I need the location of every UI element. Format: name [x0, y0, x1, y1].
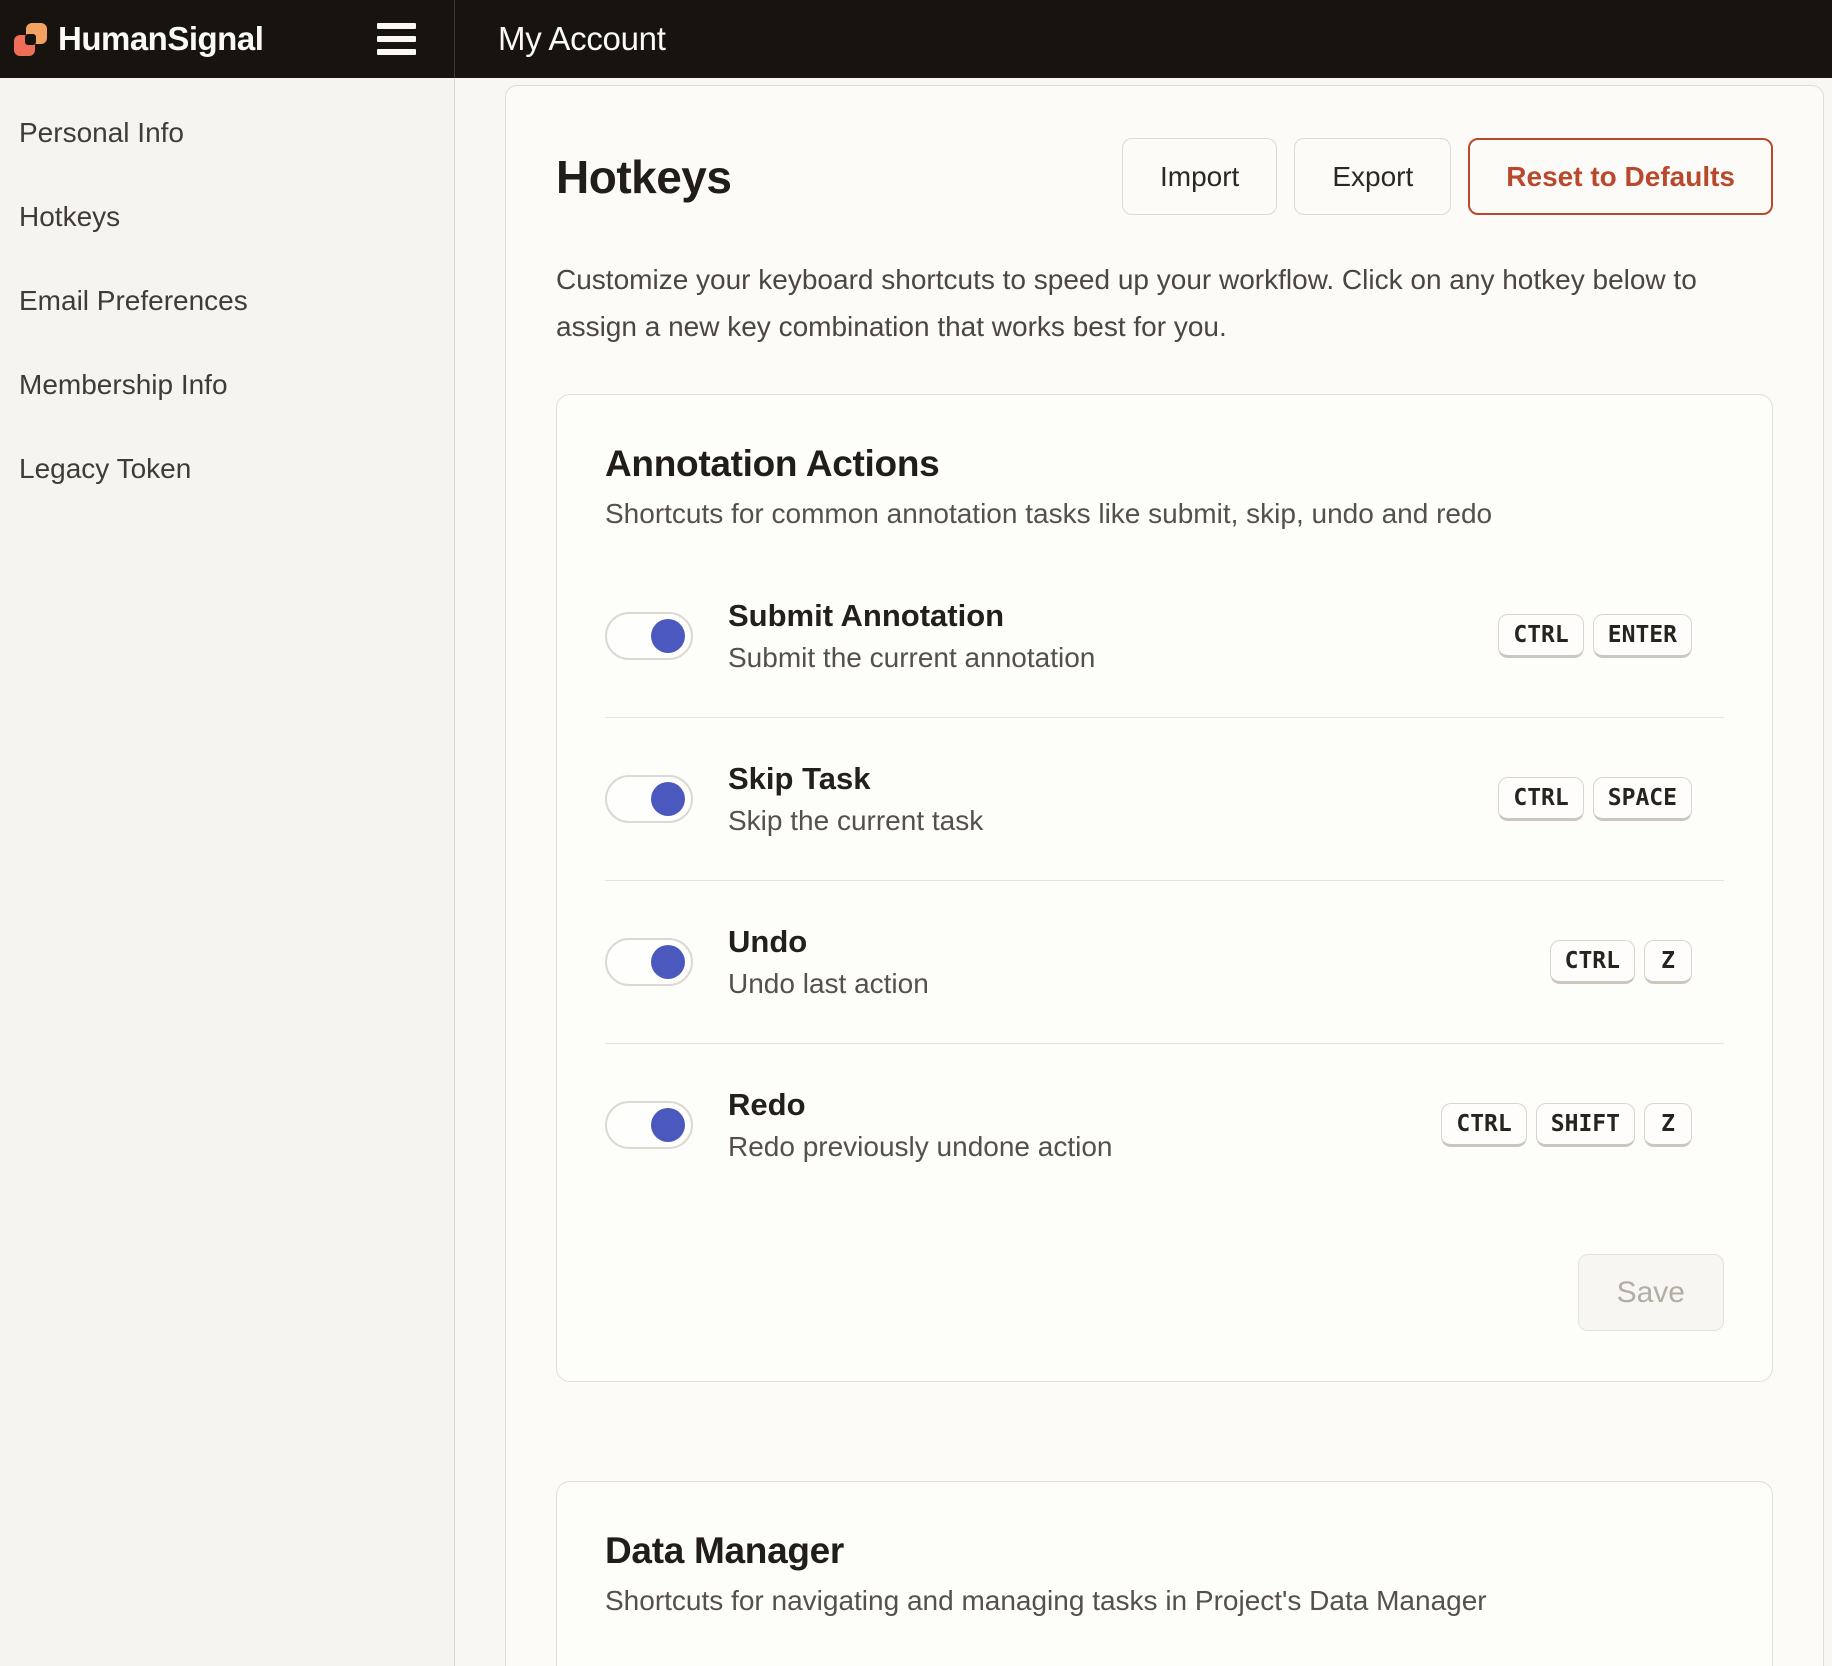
hotkey-section-card: Data Manager Shortcuts for navigating an…: [556, 1481, 1773, 1666]
save-button[interactable]: Save: [1578, 1254, 1724, 1331]
key-badge[interactable]: ENTER: [1593, 614, 1692, 658]
section-subtitle: Shortcuts for common annotation tasks li…: [605, 497, 1724, 531]
key-badge[interactable]: Z: [1644, 940, 1692, 984]
hotkey-text: Submit Annotation Submit the current ann…: [728, 597, 1498, 675]
sidebar-item[interactable]: Legacy Token: [0, 427, 454, 511]
hotkey-row: Undo Undo last action CTRL Z: [605, 880, 1724, 1043]
hotkey-description: Undo last action: [728, 967, 1550, 1001]
import-button[interactable]: Import: [1122, 138, 1277, 215]
sidebar: Personal Info Hotkeys Email Preferences …: [0, 78, 455, 1666]
hotkey-title: Submit Annotation: [728, 597, 1498, 635]
key-badge[interactable]: SPACE: [1593, 777, 1692, 821]
hotkey-key-combo: CTRL SHIFT Z: [1441, 1103, 1692, 1147]
page-title: My Account: [455, 0, 666, 78]
panel-actions: Import Export Reset to Defaults: [1122, 138, 1773, 215]
key-badge[interactable]: SHIFT: [1536, 1103, 1635, 1147]
key-badge[interactable]: Z: [1644, 1103, 1692, 1147]
sidebar-item[interactable]: Hotkeys: [0, 175, 454, 259]
section-title: Data Manager: [605, 1530, 1724, 1572]
toggle-knob: [651, 945, 685, 979]
hotkey-enabled-toggle[interactable]: [605, 938, 693, 986]
hotkey-description: Redo previously undone action: [728, 1130, 1441, 1164]
key-badge[interactable]: CTRL: [1498, 614, 1583, 658]
hotkey-enabled-toggle[interactable]: [605, 612, 693, 660]
brand-logo[interactable]: HumanSignal: [14, 20, 263, 58]
hotkey-row: Redo Redo previously undone action CTRL …: [605, 1043, 1724, 1206]
hotkey-title: Skip Task: [728, 760, 1498, 798]
toggle-knob: [651, 1108, 685, 1142]
hotkey-title: Redo: [728, 1086, 1441, 1124]
reset-to-defaults-button[interactable]: Reset to Defaults: [1468, 138, 1773, 215]
main-content: Hotkeys Import Export Reset to Defaults …: [455, 78, 1832, 1666]
toggle-knob: [651, 619, 685, 653]
hotkeys-panel: Hotkeys Import Export Reset to Defaults …: [505, 85, 1824, 1666]
hotkey-description: Submit the current annotation: [728, 641, 1498, 675]
sections-container: Annotation Actions Shortcuts for common …: [556, 394, 1773, 1666]
hotkey-key-combo: CTRL SPACE: [1498, 777, 1692, 821]
hotkey-section-card: Annotation Actions Shortcuts for common …: [556, 394, 1773, 1382]
hotkey-description: Skip the current task: [728, 804, 1498, 838]
hotkey-key-combo: CTRL Z: [1550, 940, 1692, 984]
hotkey-key-combo: CTRL ENTER: [1498, 614, 1692, 658]
panel-header: Hotkeys Import Export Reset to Defaults: [556, 138, 1773, 215]
hotkey-text: Skip Task Skip the current task: [728, 760, 1498, 838]
brand-name: HumanSignal: [58, 20, 263, 58]
sidebar-item[interactable]: Membership Info: [0, 343, 454, 427]
topbar-left: HumanSignal: [0, 0, 455, 78]
hotkey-rows: Submit Annotation Submit the current ann…: [605, 555, 1724, 1206]
key-badge[interactable]: CTRL: [1550, 940, 1635, 984]
section-title: Annotation Actions: [605, 443, 1724, 485]
hotkey-row: Submit Annotation Submit the current ann…: [605, 555, 1724, 717]
export-button[interactable]: Export: [1294, 138, 1451, 215]
card-footer: Save: [605, 1254, 1724, 1331]
toggle-knob: [651, 782, 685, 816]
hotkeys-description: Customize your keyboard shortcuts to spe…: [556, 256, 1756, 350]
section-subtitle: Shortcuts for navigating and managing ta…: [605, 1584, 1724, 1618]
hotkey-row: Skip Task Skip the current task CTRL SPA…: [605, 717, 1724, 880]
layout: Personal Info Hotkeys Email Preferences …: [0, 78, 1832, 1666]
topbar: HumanSignal My Account: [0, 0, 1832, 78]
sidebar-item[interactable]: Personal Info: [0, 91, 454, 175]
hotkey-enabled-toggle[interactable]: [605, 775, 693, 823]
humansignal-logo-icon: [14, 23, 47, 56]
hotkey-title: Undo: [728, 923, 1550, 961]
hotkey-enabled-toggle[interactable]: [605, 1101, 693, 1149]
hamburger-menu-icon[interactable]: [377, 19, 416, 59]
hotkeys-title: Hotkeys: [556, 150, 731, 204]
key-badge[interactable]: CTRL: [1441, 1103, 1526, 1147]
hotkey-text: Redo Redo previously undone action: [728, 1086, 1441, 1164]
hotkey-text: Undo Undo last action: [728, 923, 1550, 1001]
key-badge[interactable]: CTRL: [1498, 777, 1583, 821]
sidebar-item[interactable]: Email Preferences: [0, 259, 454, 343]
